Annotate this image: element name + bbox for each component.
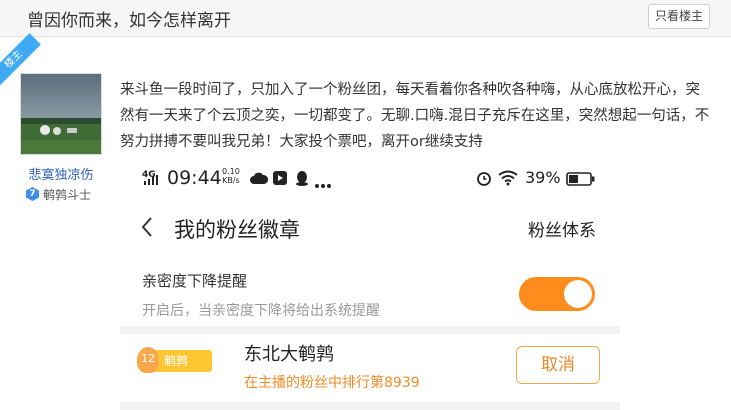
fan-medal-name: 鹌鹑 (164, 354, 189, 368)
fan-badge-row: 12 鹌鹑 东北大鹌鹑 在主播的粉丝中排行第8939 取消 (120, 334, 620, 402)
battery-icon (566, 171, 596, 190)
level-title: 鹌鹑斗士 (43, 187, 92, 202)
author-level: 7 鹌鹑斗士 (26, 186, 91, 202)
thread-title: 曾因你而来，如今怎样离开 (27, 11, 231, 31)
fan-system-link[interactable]: 粉丝体系 (528, 216, 596, 241)
speed-value: 0.10 (222, 167, 240, 176)
divider (120, 402, 620, 410)
avatar-image (21, 74, 101, 154)
phone-status-bar: 4G 09:44 0.10 KB/s 39% (120, 162, 620, 196)
streamer-name: 东北大鹌鹑 (244, 344, 334, 365)
back-arrow-icon[interactable] (140, 216, 154, 242)
qq-icon (294, 170, 310, 190)
avatar[interactable] (20, 73, 102, 155)
toggle-knob (564, 280, 592, 308)
fan-medal: 12 鹌鹑 (137, 347, 212, 373)
intimacy-reminder-label: 亲密度下降提醒 (142, 272, 248, 290)
signal-icon: 4G (142, 167, 164, 191)
level-badge-icon: 7 (26, 187, 39, 201)
fan-medal-level: 12 (137, 347, 159, 373)
author-name[interactable]: 悲寞独凉伤 (10, 164, 112, 183)
post-content: 来斗鱼一段时间了，只加入了一个粉丝团，每天看着你各种吹各种嗨，从心底放松开心，突… (120, 82, 710, 150)
speed-unit: KB/s (222, 176, 240, 185)
wifi-icon (498, 170, 518, 190)
only-host-button[interactable]: 只看楼主 (648, 4, 710, 29)
alarm-icon (476, 170, 492, 190)
more-icon (314, 174, 332, 193)
embedded-screenshot: 4G 09:44 0.10 KB/s 39% 我的粉丝徽章 粉丝体系 亲密度下降… (120, 162, 620, 410)
cloud-icon (250, 170, 269, 190)
intimacy-reminder-desc: 开启后，当亲密度下降将给出系统提醒 (142, 303, 380, 319)
fan-rank: 在主播的粉丝中排行第8939 (244, 375, 420, 391)
level-number: 7 (29, 189, 36, 199)
battery-percent: 39% (525, 168, 561, 187)
thread-header: 曾因你而来，如今怎样离开 只看楼主 (0, 0, 731, 37)
media-icon (272, 170, 288, 190)
status-time: 09:44 (167, 167, 222, 189)
intimacy-reminder-toggle[interactable] (519, 277, 595, 311)
network-speed: 0.10 KB/s (222, 167, 240, 185)
phone-nav-bar: 我的粉丝徽章 粉丝体系 (120, 206, 620, 250)
divider (120, 326, 620, 334)
cancel-button[interactable]: 取消 (516, 346, 600, 384)
page-title: 我的粉丝徽章 (174, 218, 300, 242)
